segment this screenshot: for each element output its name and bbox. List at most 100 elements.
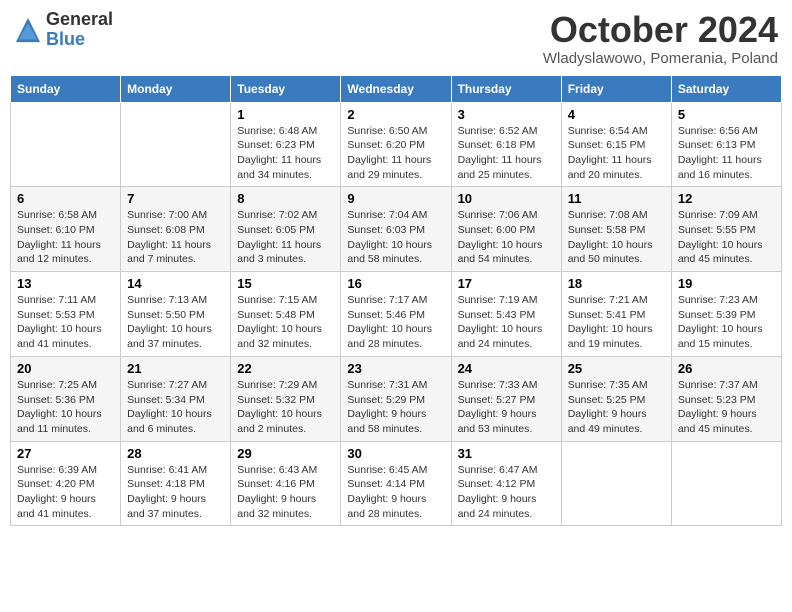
day-info: Sunrise: 6:58 AM Sunset: 6:10 PM Dayligh…	[17, 208, 114, 267]
weekday-header-tuesday: Tuesday	[231, 75, 341, 102]
day-number: 3	[458, 107, 555, 122]
day-info: Sunrise: 7:37 AM Sunset: 5:23 PM Dayligh…	[678, 378, 775, 437]
calendar-cell: 16Sunrise: 7:17 AM Sunset: 5:46 PM Dayli…	[341, 272, 451, 357]
day-number: 20	[17, 361, 114, 376]
calendar-week-row: 27Sunrise: 6:39 AM Sunset: 4:20 PM Dayli…	[11, 441, 782, 526]
day-number: 1	[237, 107, 334, 122]
calendar-cell: 11 Sunrise: 7:08 AM Sunset: 5:58 PM Dayli…	[561, 187, 671, 272]
day-info: Sunrise: 6:54 AM Sunset: 6:15 PM Dayligh…	[568, 124, 665, 183]
day-number: 30	[347, 446, 444, 461]
calendar-cell: 13 Sunrise: 7:11 AM Sunset: 5:53 PM Dayli…	[11, 272, 121, 357]
day-number: 5	[678, 107, 775, 122]
day-number: 2	[347, 107, 444, 122]
calendar-cell: 17Sunrise: 7:19 AM Sunset: 5:43 PM Dayli…	[451, 272, 561, 357]
calendar-cell: 19 Sunrise: 7:23 AM Sunset: 5:39 PM Dayli…	[671, 272, 781, 357]
day-info: Sunrise: 7:09 AM Sunset: 5:55 PM Dayligh…	[678, 208, 775, 267]
day-number: 14	[127, 276, 224, 291]
day-number: 12	[678, 191, 775, 206]
calendar-cell: 27Sunrise: 6:39 AM Sunset: 4:20 PM Dayli…	[11, 441, 121, 526]
calendar-cell: 24Sunrise: 7:33 AM Sunset: 5:27 PM Dayli…	[451, 356, 561, 441]
day-number: 13	[17, 276, 114, 291]
calendar-week-row: 13 Sunrise: 7:11 AM Sunset: 5:53 PM Dayli…	[11, 272, 782, 357]
day-info: Sunrise: 6:52 AM Sunset: 6:18 PM Dayligh…	[458, 124, 555, 183]
day-number: 23	[347, 361, 444, 376]
day-number: 4	[568, 107, 665, 122]
day-info: Sunrise: 7:15 AM Sunset: 5:48 PM Dayligh…	[237, 293, 334, 352]
calendar-cell: 30 Sunrise: 6:45 AM Sunset: 4:14 PM Dayli…	[341, 441, 451, 526]
calendar-week-row: 20Sunrise: 7:25 AM Sunset: 5:36 PM Dayli…	[11, 356, 782, 441]
calendar-cell: 10 Sunrise: 7:06 AM Sunset: 6:00 PM Dayli…	[451, 187, 561, 272]
calendar-cell	[671, 441, 781, 526]
day-info: Sunrise: 6:56 AM Sunset: 6:13 PM Dayligh…	[678, 124, 775, 183]
day-number: 21	[127, 361, 224, 376]
calendar-cell: 5 Sunrise: 6:56 AM Sunset: 6:13 PM Daylig…	[671, 102, 781, 187]
calendar-cell: 1Sunrise: 6:48 AM Sunset: 6:23 PM Daylig…	[231, 102, 341, 187]
calendar-table: SundayMondayTuesdayWednesdayThursdayFrid…	[10, 75, 782, 527]
day-number: 27	[17, 446, 114, 461]
day-info: Sunrise: 7:29 AM Sunset: 5:32 PM Dayligh…	[237, 378, 334, 437]
day-info: Sunrise: 7:11 AM Sunset: 5:53 PM Dayligh…	[17, 293, 114, 352]
calendar-cell: 6 Sunrise: 6:58 AM Sunset: 6:10 PM Daylig…	[11, 187, 121, 272]
day-info: Sunrise: 7:35 AM Sunset: 5:25 PM Dayligh…	[568, 378, 665, 437]
day-number: 29	[237, 446, 334, 461]
calendar-week-row: 6 Sunrise: 6:58 AM Sunset: 6:10 PM Daylig…	[11, 187, 782, 272]
day-number: 17	[458, 276, 555, 291]
day-info: Sunrise: 7:23 AM Sunset: 5:39 PM Dayligh…	[678, 293, 775, 352]
calendar-week-row: 1Sunrise: 6:48 AM Sunset: 6:23 PM Daylig…	[11, 102, 782, 187]
day-number: 9	[347, 191, 444, 206]
day-number: 10	[458, 191, 555, 206]
day-number: 24	[458, 361, 555, 376]
calendar-cell: 20Sunrise: 7:25 AM Sunset: 5:36 PM Dayli…	[11, 356, 121, 441]
calendar-cell: 29Sunrise: 6:43 AM Sunset: 4:16 PM Dayli…	[231, 441, 341, 526]
weekday-header-monday: Monday	[121, 75, 231, 102]
day-info: Sunrise: 7:08 AM Sunset: 5:58 PM Dayligh…	[568, 208, 665, 267]
calendar-cell: 18 Sunrise: 7:21 AM Sunset: 5:41 PM Dayli…	[561, 272, 671, 357]
day-number: 8	[237, 191, 334, 206]
location-text: Wladyslawowo, Pomerania, Poland	[543, 50, 778, 67]
day-info: Sunrise: 7:04 AM Sunset: 6:03 PM Dayligh…	[347, 208, 444, 267]
calendar-cell: 4 Sunrise: 6:54 AM Sunset: 6:15 PM Daylig…	[561, 102, 671, 187]
calendar-cell: 3 Sunrise: 6:52 AM Sunset: 6:18 PM Daylig…	[451, 102, 561, 187]
day-number: 7	[127, 191, 224, 206]
day-number: 11	[568, 191, 665, 206]
day-info: Sunrise: 6:41 AM Sunset: 4:18 PM Dayligh…	[127, 463, 224, 522]
calendar-cell: 2 Sunrise: 6:50 AM Sunset: 6:20 PM Daylig…	[341, 102, 451, 187]
day-info: Sunrise: 6:50 AM Sunset: 6:20 PM Dayligh…	[347, 124, 444, 183]
calendar-cell: 9 Sunrise: 7:04 AM Sunset: 6:03 PM Daylig…	[341, 187, 451, 272]
weekday-header-sunday: Sunday	[11, 75, 121, 102]
calendar-cell: 12 Sunrise: 7:09 AM Sunset: 5:55 PM Dayli…	[671, 187, 781, 272]
logo-blue-text: Blue	[46, 30, 113, 50]
page-header: General Blue October 2024 Wladyslawowo, …	[10, 10, 782, 67]
calendar-cell: 31 Sunrise: 6:47 AM Sunset: 4:12 PM Dayli…	[451, 441, 561, 526]
weekday-header-friday: Friday	[561, 75, 671, 102]
day-info: Sunrise: 6:45 AM Sunset: 4:14 PM Dayligh…	[347, 463, 444, 522]
day-info: Sunrise: 7:06 AM Sunset: 6:00 PM Dayligh…	[458, 208, 555, 267]
calendar-cell: 28Sunrise: 6:41 AM Sunset: 4:18 PM Dayli…	[121, 441, 231, 526]
weekday-header-saturday: Saturday	[671, 75, 781, 102]
weekday-header-row: SundayMondayTuesdayWednesdayThursdayFrid…	[11, 75, 782, 102]
day-number: 18	[568, 276, 665, 291]
day-number: 6	[17, 191, 114, 206]
calendar-cell	[11, 102, 121, 187]
weekday-header-thursday: Thursday	[451, 75, 561, 102]
calendar-cell	[561, 441, 671, 526]
calendar-cell: 8Sunrise: 7:02 AM Sunset: 6:05 PM Daylig…	[231, 187, 341, 272]
calendar-cell	[121, 102, 231, 187]
day-info: Sunrise: 6:47 AM Sunset: 4:12 PM Dayligh…	[458, 463, 555, 522]
day-number: 19	[678, 276, 775, 291]
day-number: 16	[347, 276, 444, 291]
calendar-cell: 23Sunrise: 7:31 AM Sunset: 5:29 PM Dayli…	[341, 356, 451, 441]
weekday-header-wednesday: Wednesday	[341, 75, 451, 102]
logo-general-text: General	[46, 10, 113, 30]
calendar-cell: 26 Sunrise: 7:37 AM Sunset: 5:23 PM Dayli…	[671, 356, 781, 441]
calendar-cell: 15Sunrise: 7:15 AM Sunset: 5:48 PM Dayli…	[231, 272, 341, 357]
calendar-cell: 7Sunrise: 7:00 AM Sunset: 6:08 PM Daylig…	[121, 187, 231, 272]
day-info: Sunrise: 7:13 AM Sunset: 5:50 PM Dayligh…	[127, 293, 224, 352]
calendar-cell: 25 Sunrise: 7:35 AM Sunset: 5:25 PM Dayli…	[561, 356, 671, 441]
month-title: October 2024	[543, 10, 778, 50]
day-info: Sunrise: 7:21 AM Sunset: 5:41 PM Dayligh…	[568, 293, 665, 352]
day-number: 25	[568, 361, 665, 376]
day-number: 31	[458, 446, 555, 461]
calendar-cell: 21Sunrise: 7:27 AM Sunset: 5:34 PM Dayli…	[121, 356, 231, 441]
day-number: 26	[678, 361, 775, 376]
